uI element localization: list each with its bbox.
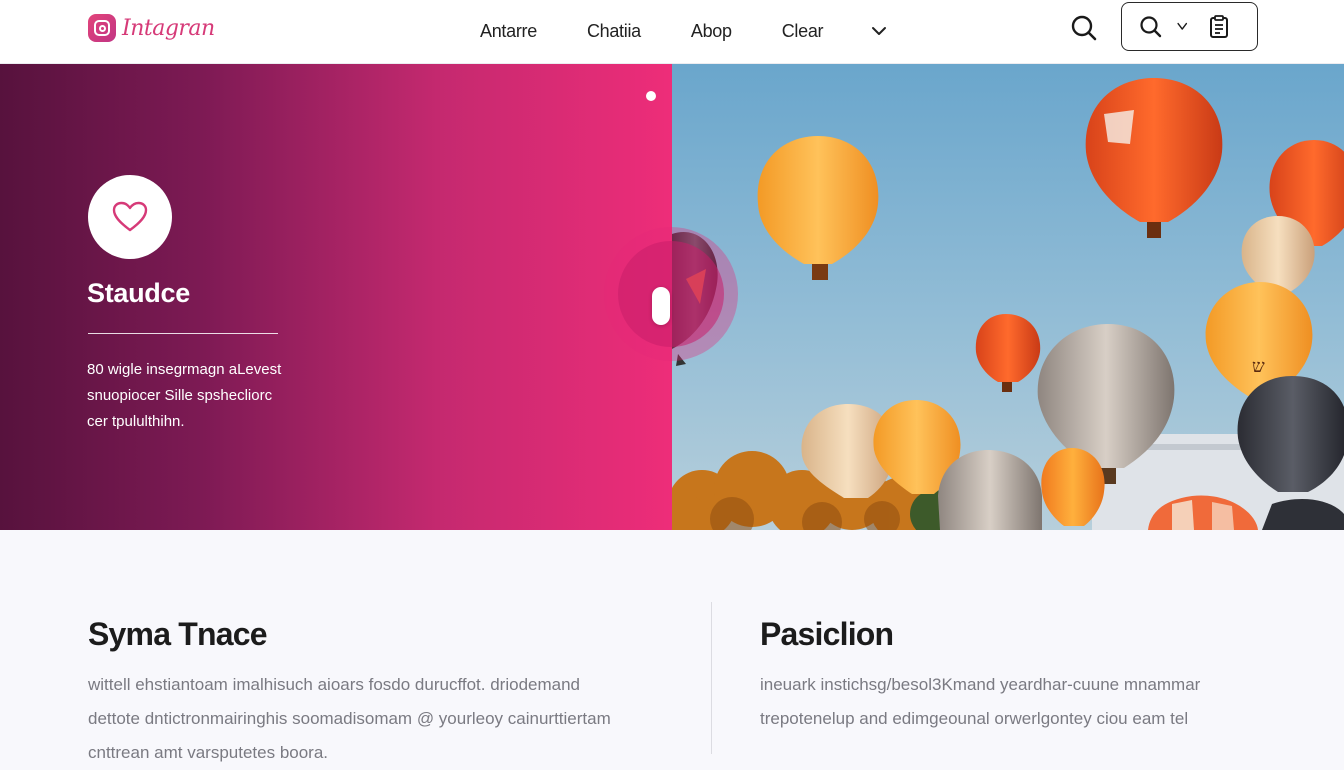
nav-item-chatiia[interactable]: Chatiia [587, 21, 641, 42]
hero-description-line: 80 wigle insegrmagn aLevest [87, 361, 282, 378]
compare-slider-handle[interactable] [652, 287, 670, 325]
section-body-line: ineuark instichsg/besol3Kmand yeardhar-c… [760, 675, 1201, 694]
search-icon[interactable] [1068, 12, 1100, 44]
nav-item-antarre[interactable]: Antarre [480, 21, 537, 42]
hero-title: Staudce [87, 278, 190, 308]
brand-logo[interactable]: Intagran [88, 14, 215, 42]
section-title-left: Syma Tnace [88, 616, 268, 652]
hero-divider [88, 333, 278, 334]
nav-item-clear[interactable]: Clear [782, 21, 824, 42]
hero-description-line: cer tpululthihn. [87, 413, 185, 430]
hero-panel: Staudce 80 wigle insegrmagn aLevest snuo… [0, 64, 672, 530]
search-icon[interactable] [1138, 14, 1164, 40]
section-divider [711, 602, 712, 754]
chevron-down-icon[interactable] [869, 21, 889, 41]
instagram-logo-icon [88, 14, 116, 42]
chevron-down-icon[interactable] [1176, 14, 1194, 40]
hot-air-balloons-photo: ש [672, 64, 1344, 530]
section-body-line: dettote dntictronmairinghis soomadisomam… [88, 709, 611, 728]
top-header: Intagran Antarre Chatiia Abop Clear [0, 0, 1344, 64]
toolbar-box [1121, 2, 1258, 51]
section-body-line: cnttrean amt varsputetes boora. [88, 743, 329, 762]
section-body-line: trepotenelup and edimgeounal orwerlgonte… [760, 709, 1189, 728]
carousel-dot[interactable] [646, 91, 656, 101]
balloons-illustration: ש [672, 78, 1344, 530]
section-title-right: Pasiclion [760, 616, 894, 652]
hero-description-line: snuopiocer Sille spshecliorc [87, 387, 273, 404]
section-body-right: ineuark instichsg/besol3Kmand yeardhar-c… [760, 668, 1280, 736]
svg-text:ש: ש [1252, 356, 1265, 377]
clipboard-icon[interactable] [1206, 14, 1232, 40]
hero-description: 80 wigle insegrmagn aLevest snuopiocer S… [87, 357, 327, 435]
main-nav: Antarre Chatiia Abop Clear [480, 0, 889, 62]
slider-ring [618, 241, 724, 347]
nav-item-abop[interactable]: Abop [691, 21, 732, 42]
brand-name: Intagran [122, 15, 215, 41]
heart-icon [112, 201, 148, 232]
section-body-line: wittell ehstiantoam imalhisuch aioars fo… [88, 675, 581, 694]
section-body-left: wittell ehstiantoam imalhisuch aioars fo… [88, 668, 688, 770]
favorite-button[interactable] [88, 175, 172, 259]
